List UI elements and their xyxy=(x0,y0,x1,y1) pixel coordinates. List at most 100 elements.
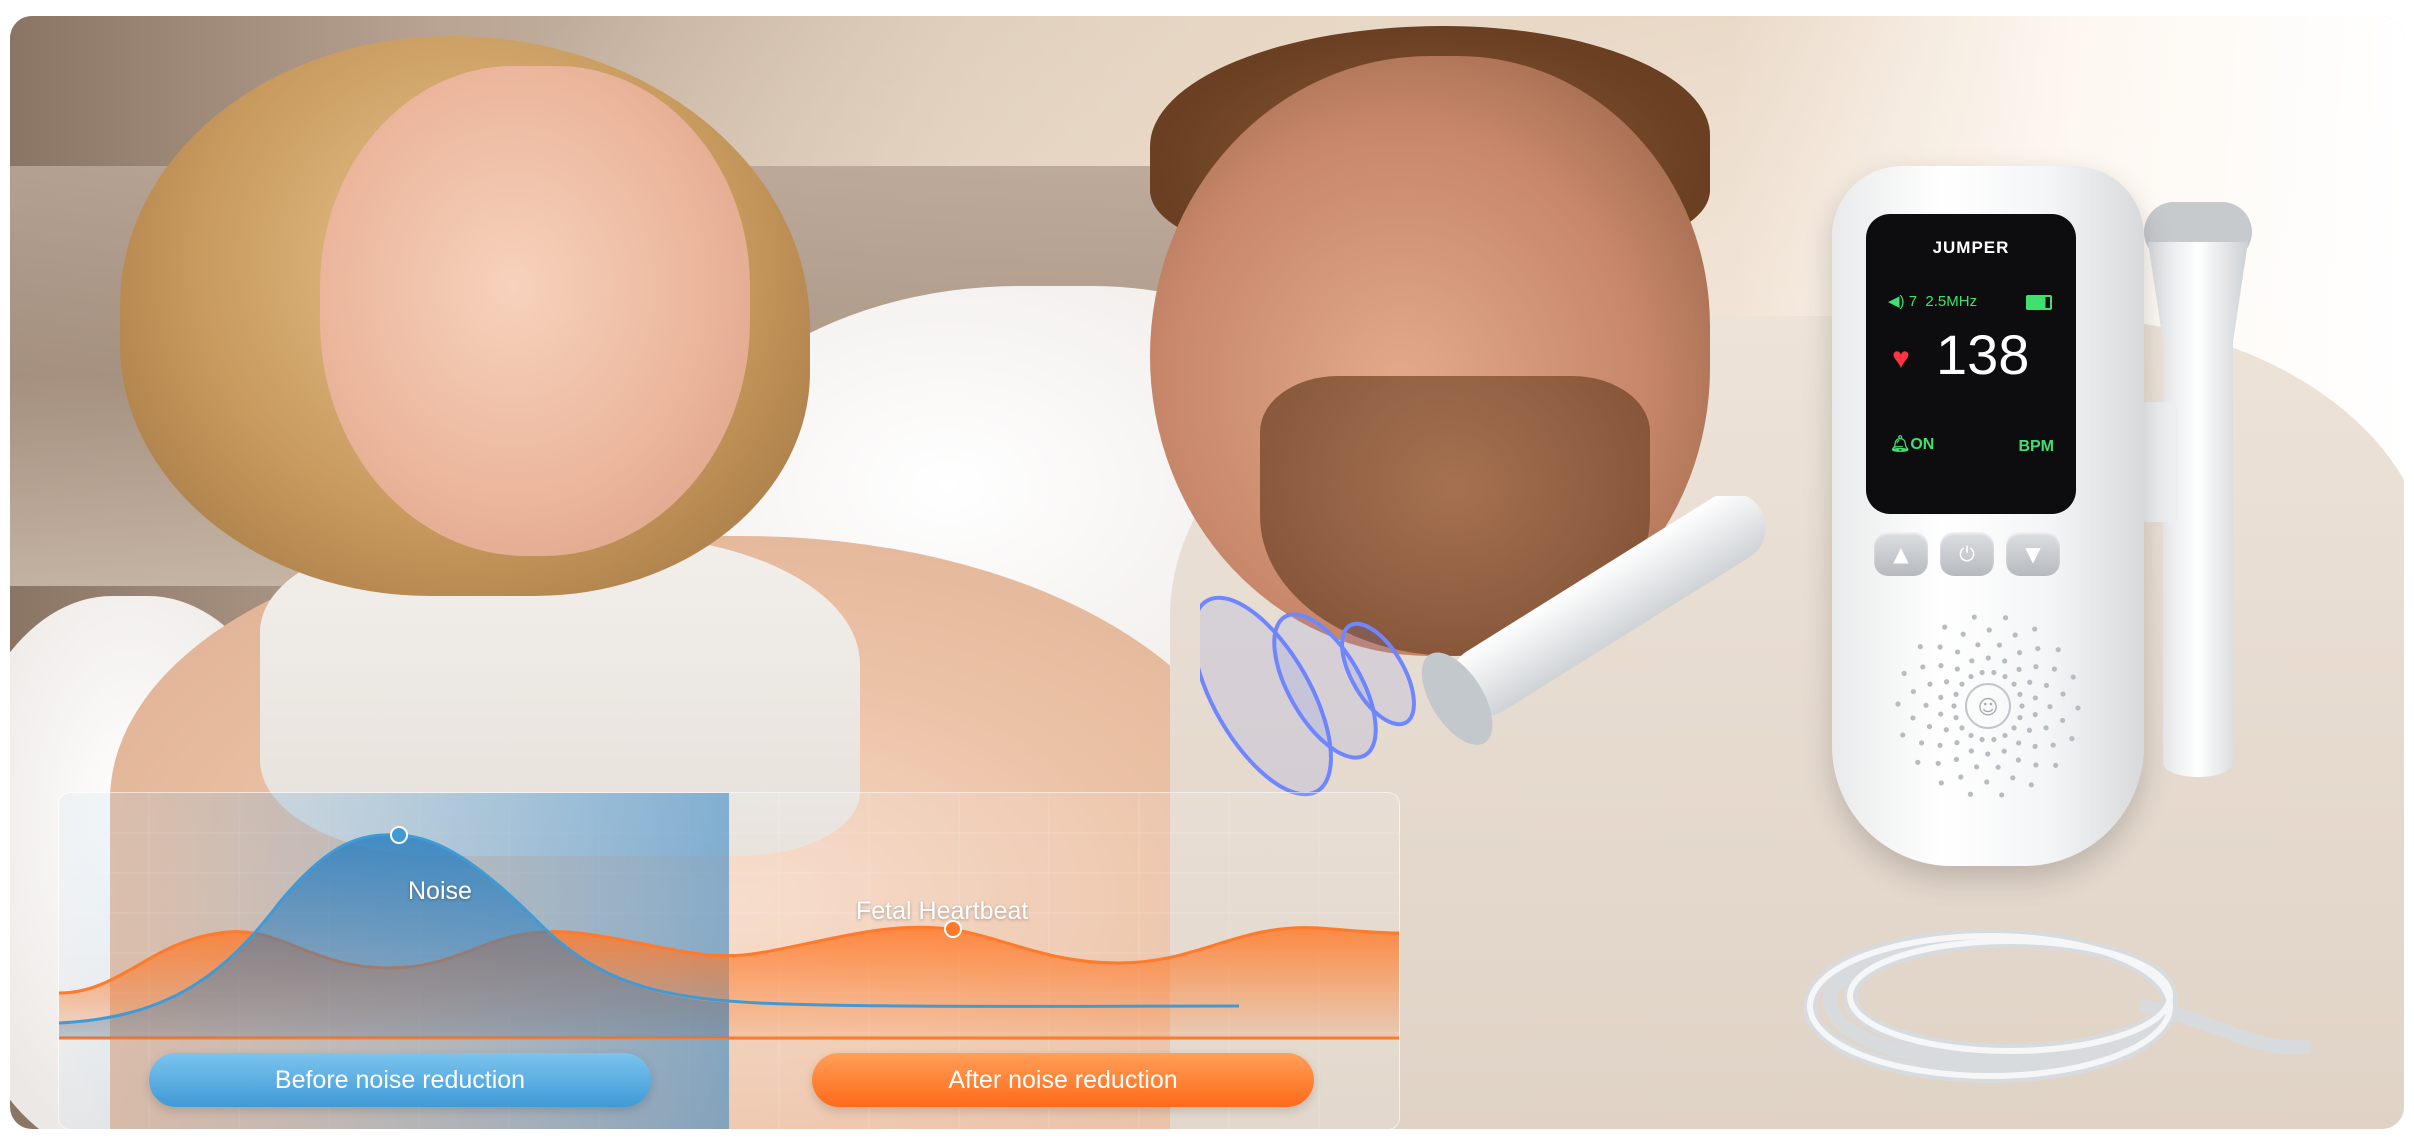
speaker-hole xyxy=(2060,691,2066,697)
speaker-hole xyxy=(2011,725,2017,731)
fetal-doppler-device: JUMPER ◀) 7 2.5MHz ♥ 138 🔔︎ON BPM ▲ ⏻ ▼ … xyxy=(1832,166,2144,866)
speaker-hole xyxy=(2032,695,2038,701)
speaker-hole xyxy=(2010,775,2016,781)
speaker-hole xyxy=(1991,736,1997,743)
speaker-hole xyxy=(1953,691,1959,697)
speaker-hole xyxy=(1985,655,1991,661)
speaker-hole xyxy=(2012,632,2018,638)
speaker-hole xyxy=(1954,649,1961,655)
speaker-hole xyxy=(2001,748,2007,754)
speaker-hole xyxy=(2060,717,2066,724)
speaker-icon: ◀) xyxy=(1888,293,1905,310)
speaker-hole xyxy=(1959,681,1965,687)
speaker-hole xyxy=(1926,723,1933,730)
speaker-hole xyxy=(2019,703,2025,709)
speaker-hole xyxy=(2011,681,2017,687)
speaker-hole xyxy=(1951,703,1957,709)
speaker-hole xyxy=(2017,715,2023,721)
speaker-hole xyxy=(1923,702,1929,708)
speaker-hole xyxy=(2043,725,2049,731)
baby-icon: ☺ xyxy=(1978,695,1999,719)
speaker-hole xyxy=(2002,658,2008,664)
speaker-hole xyxy=(1971,614,1977,620)
speaker-hole xyxy=(1975,642,1981,648)
speaker-hole xyxy=(1958,774,1964,780)
speaker-hole xyxy=(2043,682,2050,689)
battery-icon xyxy=(2026,295,2052,310)
noise-peak-marker xyxy=(390,826,408,844)
speaker-hole xyxy=(2035,645,2041,652)
bell-icon: 🔔︎ xyxy=(1890,436,1911,453)
fetal-heartbeat-label: Fetal Heartbeat xyxy=(856,897,1029,925)
speaker-hole xyxy=(1968,732,1974,739)
coiled-cord xyxy=(1803,929,2312,1083)
speaker-hole xyxy=(1953,715,1959,721)
status-row: ◀) 7 2.5MHz xyxy=(1888,292,1977,310)
speaker-hole xyxy=(1960,631,1966,637)
speaker-hole xyxy=(1938,780,1944,786)
speaker-grille: ☺ xyxy=(1895,614,2081,798)
before-noise-reduction-badge: Before noise reduction xyxy=(149,1053,651,1107)
speaker-hole xyxy=(2051,666,2058,672)
speaker-hole xyxy=(1943,727,1949,733)
speaker-hole xyxy=(1991,669,1997,676)
speaker-hole xyxy=(1938,663,1944,669)
alarm-state: ON xyxy=(1910,436,1935,453)
speaker-hole xyxy=(1968,673,1974,680)
frequency-value: 2.5MHz xyxy=(1925,293,1978,310)
volume-down-button[interactable]: ▼ xyxy=(2006,532,2060,576)
speaker-hole xyxy=(2002,732,2008,739)
noise-reduction-chart: Noise Fetal Heartbeat Before noise reduc… xyxy=(58,792,1400,1129)
speaker-hole xyxy=(2053,762,2059,768)
speaker-hole xyxy=(1915,759,1921,765)
speaker-hole xyxy=(2069,736,2075,742)
holstered-probe xyxy=(2138,202,2252,777)
speaker-hole xyxy=(1917,644,1923,650)
speaker-hole xyxy=(2032,626,2038,632)
bpm-unit-label: BPM xyxy=(2018,438,2054,455)
speaker-hole xyxy=(2033,664,2039,670)
speaker-hole xyxy=(1973,764,1980,770)
speaker-hole xyxy=(2075,705,2081,711)
speaker-hole xyxy=(2026,727,2033,733)
speaker-hole xyxy=(1927,681,1933,687)
speaker-hole xyxy=(1910,715,1916,721)
speaker-hole xyxy=(2002,615,2009,621)
speaker-hole xyxy=(1938,711,1944,717)
speaker-hole xyxy=(1969,658,1975,664)
speaker-hole xyxy=(1999,792,2005,798)
speaker-hole xyxy=(2002,673,2008,680)
speaker-hole xyxy=(1967,791,1974,797)
speaker-hole xyxy=(1985,751,1991,757)
speaker-hole xyxy=(1935,760,1941,767)
speaker-hole xyxy=(2055,647,2061,653)
speaker-hole xyxy=(2032,743,2038,749)
speaker-hole xyxy=(2017,691,2023,697)
speaker-hole xyxy=(2016,650,2023,656)
speaker-hole xyxy=(1959,725,1965,731)
speaker-hole xyxy=(1900,732,1906,738)
volume-level: 7 xyxy=(1908,293,1918,310)
speaker-hole xyxy=(2016,666,2022,672)
noise-label: Noise xyxy=(408,877,472,905)
speaker-hole xyxy=(1937,742,1943,748)
alarm-status: 🔔︎ON xyxy=(1890,434,1934,454)
heart-rate-value: 138 xyxy=(1936,323,2030,386)
speaker-hole xyxy=(1937,644,1943,650)
speaker-hole xyxy=(2033,762,2039,768)
power-button[interactable]: ⏻ xyxy=(1940,532,1994,576)
heart-icon: ♥ xyxy=(1892,342,1910,375)
speaker-hole xyxy=(1895,701,1901,707)
after-noise-reduction-badge: After noise reduction xyxy=(812,1053,1314,1107)
speaker-hole xyxy=(1920,664,1926,670)
speaker-hole xyxy=(2032,711,2038,718)
speaker-hole xyxy=(1953,756,1960,762)
speaker-hole xyxy=(1954,740,1960,746)
speaker-hole xyxy=(1954,666,1960,672)
speaker-hole xyxy=(1968,748,1974,754)
volume-up-button[interactable]: ▲ xyxy=(1874,532,1928,576)
speaker-hole xyxy=(1984,779,1990,785)
speaker-hole xyxy=(2028,782,2034,788)
speaker-hole xyxy=(1979,736,1985,743)
speaker-hole xyxy=(1943,679,1950,685)
